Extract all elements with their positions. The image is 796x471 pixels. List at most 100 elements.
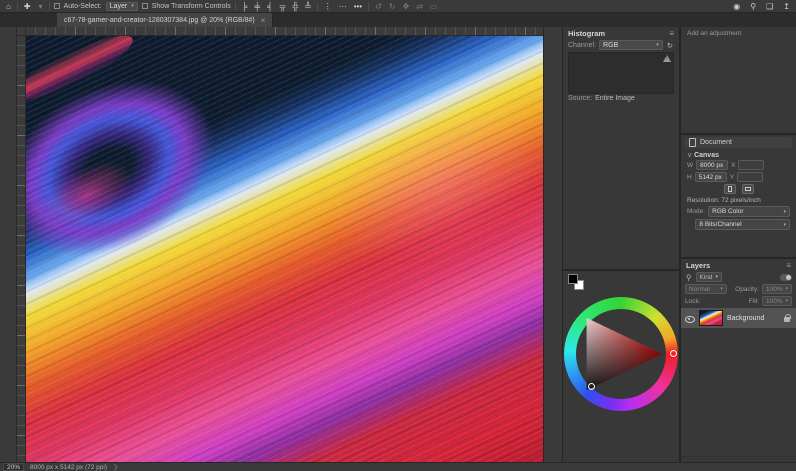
document-tab-bar: c67-78-gamer-and-creator-1280307384.jpg … (0, 13, 796, 27)
canvas-image[interactable] (26, 36, 543, 462)
canvas-area (17, 27, 543, 462)
mode-value: RGB Color (712, 208, 743, 215)
home-icon[interactable]: ⌂ (4, 2, 13, 11)
uncached-refresh-icon[interactable]: ↻ (666, 41, 674, 50)
hue-marker[interactable] (670, 350, 677, 357)
align-bottom-edges-icon[interactable]: ╩ (303, 2, 313, 11)
status-chevron-icon[interactable]: ❯ (113, 463, 118, 471)
source-value[interactable]: Entire Image (595, 95, 635, 102)
3d-roll-icon[interactable]: ↻ (387, 2, 398, 11)
search-icon: ⚲ (685, 273, 693, 282)
status-bar: 20% 8000 px x 5142 px (72 ppi) ❯ (0, 462, 796, 471)
align-options-icon[interactable]: ••• (352, 2, 364, 11)
layer-visibility-eye-icon[interactable] (685, 315, 695, 322)
layer-thumbnail[interactable] (699, 310, 723, 326)
portrait-orientation-button[interactable] (724, 184, 736, 194)
x-field[interactable] (738, 160, 764, 170)
align-right-edges-icon[interactable]: ╡ (265, 2, 275, 11)
main-area: Histogram ≡ Channel: RGB▾ ↻ Source: Enti… (0, 27, 796, 462)
histogram-stats (563, 103, 679, 106)
auto-select-checkbox[interactable] (54, 3, 60, 9)
options-bar-right-icons: ◉ ⚲ ❏ ↥ (731, 2, 792, 11)
section-chevron-icon: ∨ (687, 152, 692, 159)
mode-dropdown[interactable]: RGB Color▾ (708, 206, 790, 217)
properties-panel: Document ∨ Canvas W 8000 px X H 5142 px … (681, 135, 796, 257)
width-field[interactable]: 8000 px (696, 160, 728, 170)
mode-icons-group: ↺↻✥⇄▭ (373, 2, 439, 11)
mode-label: Mode: (687, 208, 705, 215)
opacity-value: 100% (766, 286, 783, 293)
align-horizontal-centers-icon[interactable]: ╪ (252, 2, 262, 11)
ruler-origin[interactable] (17, 27, 26, 36)
close-tab-icon[interactable]: × (261, 16, 266, 25)
sb-marker[interactable] (588, 383, 595, 390)
kind-value: Kind (700, 274, 713, 281)
document-info: 8000 px x 5142 px (72 ppi) (30, 464, 107, 471)
distribute-vertical-icon[interactable]: ⋯ (337, 2, 349, 11)
panel-menu-icon[interactable]: ≡ (669, 29, 674, 38)
height-label: H (687, 174, 692, 181)
auto-select-label: Auto-Select: (64, 3, 102, 10)
chevron-down-icon: ▾ (131, 3, 134, 9)
align-vertical-centers-icon[interactable]: ╬ (290, 2, 300, 11)
chevron-down-icon: ▾ (656, 42, 659, 48)
filter-toggle[interactable] (780, 274, 792, 281)
move-tool-icon[interactable]: ✚ (22, 2, 33, 11)
align-top-edges-icon[interactable]: ╦ (278, 2, 288, 11)
color-swatches[interactable] (568, 274, 584, 290)
lock-label: Lock: (685, 298, 701, 305)
canvas-section-header[interactable]: ∨ Canvas (681, 149, 796, 159)
show-transform-checkbox[interactable] (142, 3, 148, 9)
align-left-edges-icon[interactable]: ╞ (240, 2, 250, 11)
bit-depth-dropdown[interactable]: 8 Bits/Channel▾ (695, 219, 790, 230)
layer-name[interactable]: Background (727, 315, 780, 322)
color-wheel[interactable] (564, 297, 678, 411)
adjustments-panel: Add an adjustment (681, 27, 796, 133)
filter-kind-dropdown[interactable]: Kind▾ (696, 272, 723, 282)
layers-panel: Layers ≡ ⚲ Kind▾ Normal▾ Opacity: 100%▾ … (681, 259, 796, 462)
landscape-orientation-button[interactable] (742, 184, 754, 194)
options-bar: ⌂ ✚ ▾ Auto-Select: Layer▾ Show Transform… (0, 0, 796, 13)
collapsed-panel-dock (543, 27, 563, 462)
vertical-ruler[interactable] (17, 36, 26, 462)
divider (235, 2, 236, 11)
3d-slide-icon[interactable]: ⇄ (414, 2, 425, 11)
y-label: Y (730, 174, 734, 181)
layer-locked-icon[interactable] (784, 314, 792, 323)
height-field[interactable]: 5142 px (695, 172, 727, 182)
horizontal-ruler[interactable] (26, 27, 543, 36)
divider (317, 2, 318, 11)
chevron-down-icon: ▾ (786, 298, 789, 304)
panel-column-middle: Histogram ≡ Channel: RGB▾ ↻ Source: Enti… (563, 27, 681, 462)
search-icon[interactable]: ⚲ (748, 2, 758, 11)
distribute-horizontal-icon[interactable]: ⋮ (322, 2, 334, 11)
document-tab[interactable]: c67-78-gamer-and-creator-1280307384.jpg … (57, 13, 273, 27)
blend-mode-dropdown[interactable]: Normal▾ (685, 284, 727, 294)
share-icon[interactable]: ↥ (781, 2, 792, 11)
3d-pan-icon[interactable]: ✥ (401, 2, 412, 11)
opacity-label: Opacity: (735, 286, 759, 293)
document-row: Document (685, 137, 792, 148)
chevron-down-icon: ▾ (716, 274, 719, 280)
document-title: c67-78-gamer-and-creator-1280307384.jpg … (64, 17, 255, 24)
auto-select-value: Layer (110, 3, 128, 10)
channel-value: RGB (603, 42, 618, 49)
channel-dropdown[interactable]: RGB ▾ (599, 40, 663, 50)
y-field[interactable] (737, 172, 763, 182)
layer-row-background[interactable]: Background (681, 308, 796, 328)
workspace-icon[interactable]: ❏ (764, 2, 775, 11)
opacity-field[interactable]: 100%▾ (762, 284, 792, 294)
foreground-swatch[interactable] (568, 274, 578, 284)
document-label: Document (700, 139, 732, 146)
tool-preset-chevron-icon[interactable]: ▾ (37, 2, 45, 11)
3d-orbit-icon[interactable]: ↺ (373, 2, 384, 11)
panel-menu-icon[interactable]: ≡ (786, 261, 791, 270)
fill-field[interactable]: 100%▾ (762, 296, 792, 306)
zoom-level-field[interactable]: 20% (3, 463, 24, 471)
auto-select-dropdown[interactable]: Layer▾ (106, 2, 138, 11)
warning-icon[interactable] (663, 55, 671, 62)
divider (17, 2, 18, 11)
3d-scale-icon[interactable]: ▭ (428, 2, 440, 11)
account-icon[interactable]: ◉ (731, 2, 742, 11)
source-label: Source: (568, 95, 592, 102)
